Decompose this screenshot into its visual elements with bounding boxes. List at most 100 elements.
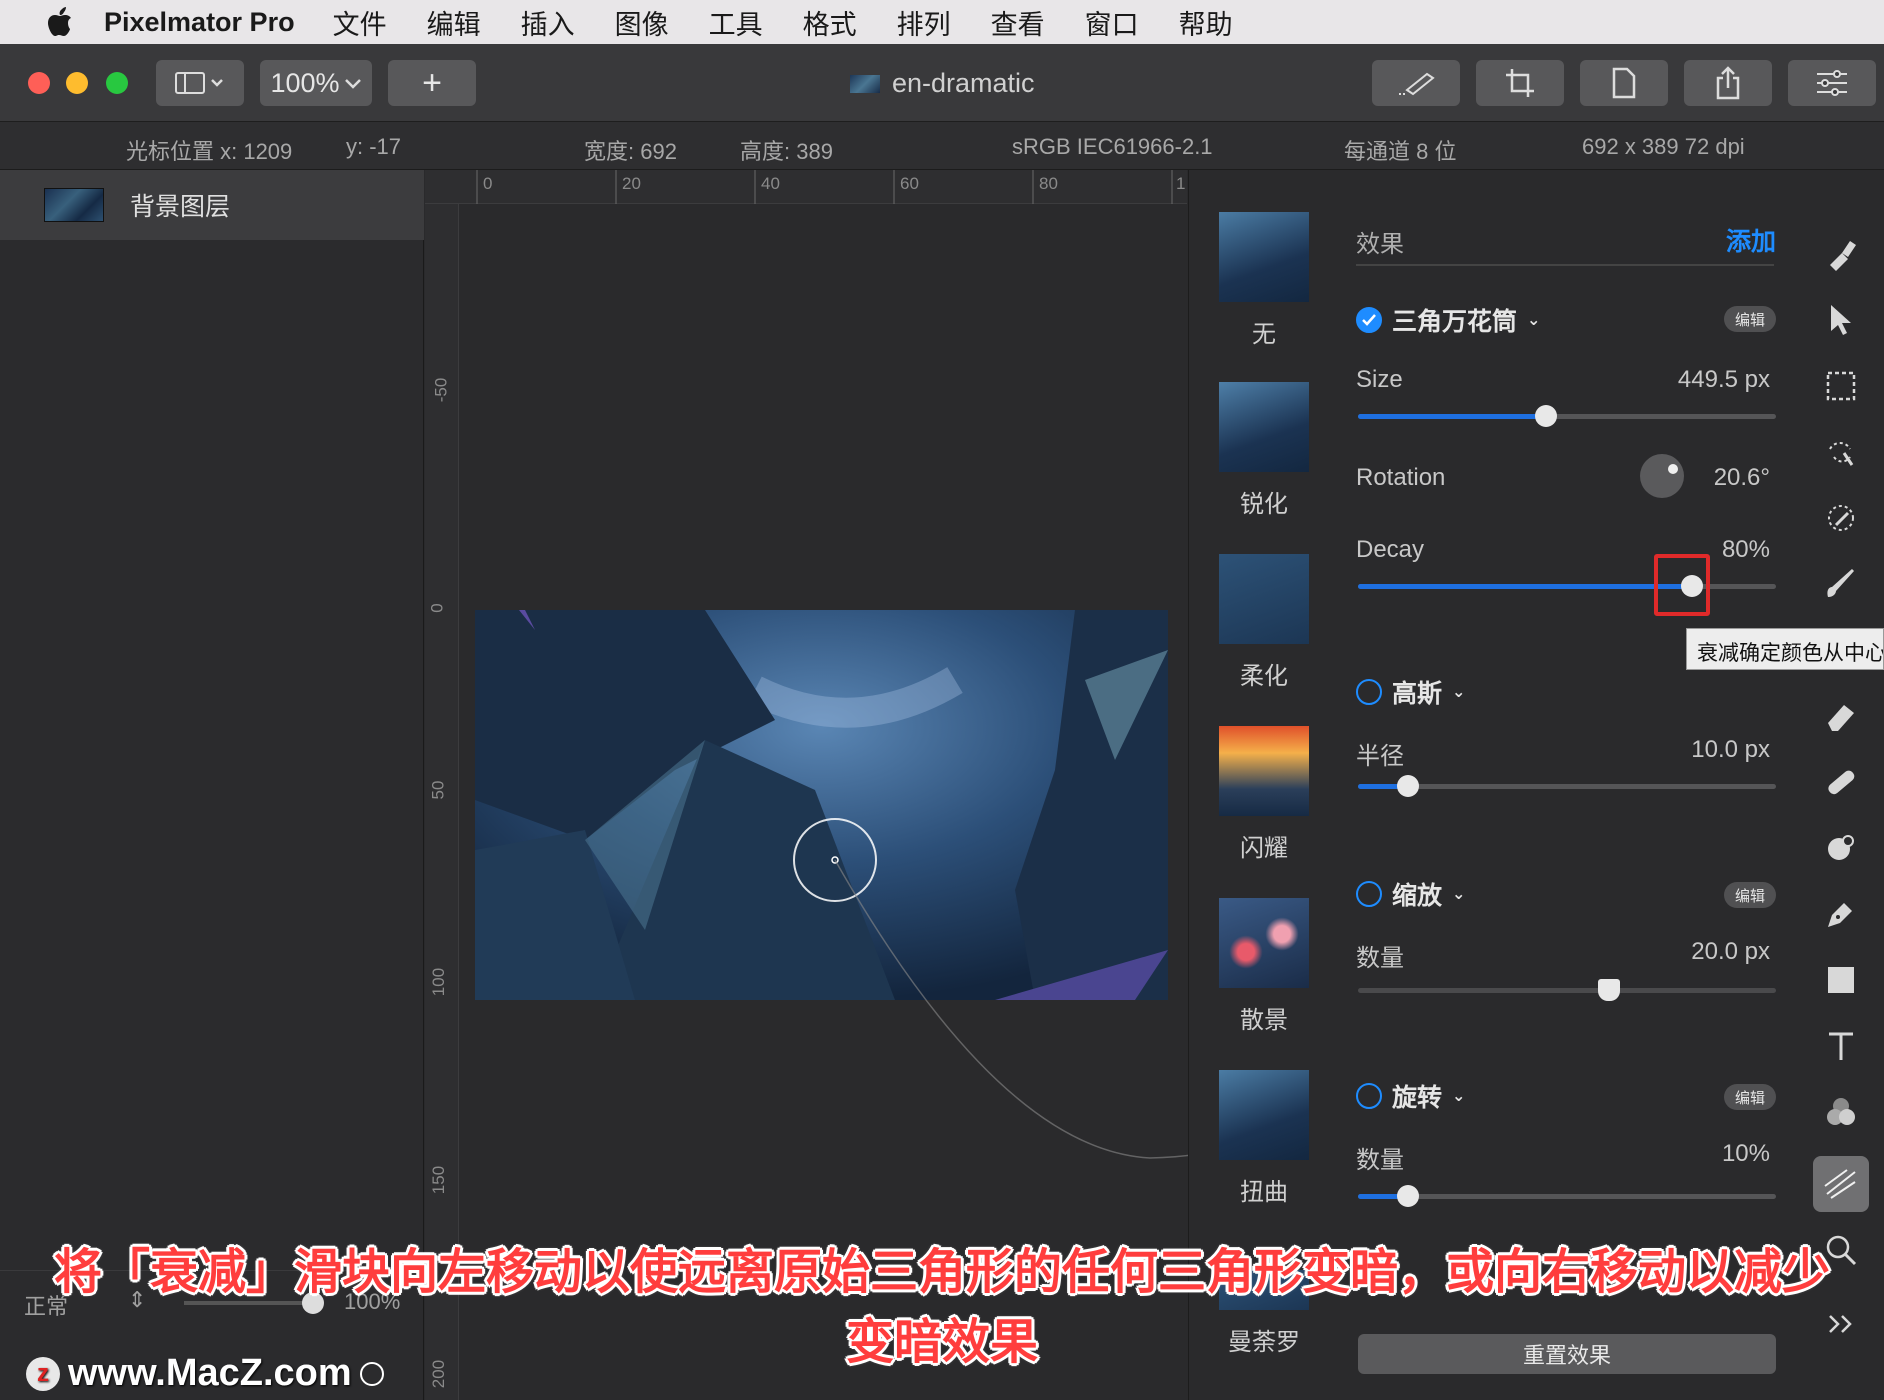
bandage-icon	[1828, 770, 1855, 795]
chevron-down-icon: ⌄	[1452, 684, 1466, 701]
param-label: Size	[1356, 366, 1403, 393]
effect-preset-glow[interactable]: 闪耀	[1189, 726, 1339, 863]
effect-enabled-checkbox[interactable]	[1356, 307, 1382, 333]
quick-selection-tool[interactable]	[1819, 430, 1863, 474]
effect-thumbnail	[1219, 382, 1309, 472]
color-picker-tool[interactable]	[1819, 496, 1863, 540]
rotate-amount-slider[interactable]	[1358, 1185, 1776, 1207]
effect-enabled-checkbox[interactable]	[1356, 1083, 1382, 1109]
shape-tool[interactable]	[1819, 958, 1863, 1002]
paint-tool[interactable]	[1819, 562, 1863, 606]
color-adjust-tool[interactable]	[1819, 1090, 1863, 1134]
effect-enabled-checkbox[interactable]	[1356, 679, 1382, 705]
edit-effect-button[interactable]: 编辑	[1724, 306, 1776, 332]
param-label: 数量	[1356, 1147, 1404, 1174]
effect-label: 柔化	[1240, 663, 1288, 690]
param-label: Rotation	[1356, 464, 1446, 491]
effect-enabled-checkbox[interactable]	[1356, 881, 1382, 907]
effect-label: 无	[1252, 321, 1276, 348]
pen-nib-icon	[1828, 903, 1852, 927]
param-value[interactable]: 10.0 px	[1691, 736, 1770, 764]
effects-icon	[1824, 1169, 1856, 1199]
effect-label: 散景	[1240, 1007, 1288, 1034]
erase-tool[interactable]	[1819, 694, 1863, 738]
text-icon	[1829, 1032, 1853, 1060]
param-value[interactable]: 20.0 px	[1691, 938, 1770, 966]
edit-button-label: 编辑	[1734, 1089, 1765, 1107]
slider-knob[interactable]	[1397, 775, 1420, 797]
chevron-down-icon: ⌄	[1527, 312, 1541, 329]
effect-preset-distort[interactable]: 扭曲	[1189, 1070, 1339, 1207]
watermark-logo-icon: z	[26, 1356, 60, 1391]
param-label: 半径	[1356, 743, 1404, 770]
effect-thumbnail	[1219, 726, 1309, 816]
effect-thumbnail	[1219, 1070, 1309, 1160]
slider-fill	[1358, 988, 1609, 993]
size-slider[interactable]	[1358, 405, 1776, 427]
effects-tool[interactable]	[1813, 1156, 1869, 1212]
effect-group-name: 高斯	[1392, 680, 1443, 708]
effect-group-gaussian[interactable]: 高斯 ⌄	[1356, 674, 1465, 710]
tooltip: 衰减确定颜色从中心	[1686, 628, 1884, 670]
edit-effect-button[interactable]: 编辑	[1724, 1084, 1776, 1110]
effect-label: 锐化	[1240, 491, 1288, 518]
retouch-tool[interactable]	[1819, 760, 1863, 804]
effect-label: 闪耀	[1240, 835, 1288, 862]
selection-tool[interactable]	[1819, 364, 1863, 408]
slider-knob[interactable]	[1597, 979, 1620, 1001]
effects-title: 效果	[1356, 231, 1404, 258]
decay-slider[interactable]	[1358, 575, 1776, 597]
slider-fill	[1358, 414, 1547, 419]
chevron-down-icon: ⌄	[1452, 886, 1466, 903]
slider-knob[interactable]	[1535, 405, 1558, 427]
divider	[1356, 264, 1774, 266]
effect-group-rotate[interactable]: 旋转 ⌄	[1356, 1078, 1465, 1114]
color-circles-icon	[1827, 1098, 1855, 1125]
effect-thumbnail	[1219, 898, 1309, 988]
distort-tool[interactable]	[1819, 826, 1863, 870]
square-shape-icon	[1828, 967, 1854, 993]
slider-fill	[1358, 584, 1693, 589]
chevron-down-icon: ⌄	[1452, 1088, 1466, 1105]
caption-line: 将「衰减」滑块向左移动以使远离原始三角形的任何三角形变暗，或向右移动以减少	[53, 1246, 1830, 1299]
arrange-tool[interactable]	[1819, 298, 1863, 342]
zoom-amount-slider[interactable]	[1358, 979, 1776, 1001]
slider-knob[interactable]	[1397, 1185, 1420, 1207]
pen-tool[interactable]	[1819, 892, 1863, 936]
decay-slider-highlight	[1654, 554, 1710, 616]
brush-icon	[1830, 241, 1856, 271]
cursor-arrow-icon	[1831, 305, 1851, 335]
edit-effect-button[interactable]: 编辑	[1724, 882, 1776, 908]
watermark: z www.MacZ.com	[26, 1352, 384, 1395]
rotation-dial-indicator	[1668, 464, 1678, 474]
tools-strip	[1798, 170, 1884, 1400]
param-label: Decay	[1356, 536, 1425, 563]
effect-preset-none[interactable]: 无	[1189, 212, 1339, 349]
param-value[interactable]: 10%	[1722, 1140, 1770, 1168]
radius-slider[interactable]	[1358, 775, 1776, 797]
type-tool[interactable]	[1819, 1024, 1863, 1068]
rotation-dial[interactable]	[1640, 454, 1684, 498]
param-value[interactable]: 20.6°	[1714, 464, 1770, 492]
style-tool[interactable]	[1819, 232, 1863, 276]
effect-group-triangle-kaleidoscope[interactable]: 三角万花筒 ⌄	[1356, 302, 1540, 338]
effect-thumbnail	[1219, 554, 1309, 644]
effect-preset-sharpen[interactable]: 锐化	[1189, 382, 1339, 519]
effects-browser: 无 锐化 柔化 闪耀 散景 扭曲 曼荼罗	[1188, 170, 1338, 1400]
add-effect-button[interactable]: 添加	[1726, 222, 1776, 258]
effect-group-name: 旋转	[1392, 1084, 1443, 1112]
param-value[interactable]: 449.5 px	[1678, 366, 1770, 394]
marquee-icon	[1826, 371, 1856, 401]
watermark-text: www.MacZ.com	[68, 1352, 352, 1394]
distort-icon	[1828, 835, 1854, 860]
effects-panel: 效果 添加 三角万花筒 ⌄ 编辑 Size 449.5 px Rotation …	[1338, 170, 1798, 1400]
effect-preset-bokeh[interactable]: 散景	[1189, 898, 1339, 1035]
effect-group-name: 三角万花筒	[1392, 308, 1518, 336]
param-value[interactable]: 80%	[1722, 536, 1770, 564]
effect-preset-soften[interactable]: 柔化	[1189, 554, 1339, 691]
effect-label: 扭曲	[1240, 1179, 1288, 1206]
param-label: 数量	[1356, 945, 1404, 972]
effect-group-zoom[interactable]: 缩放 ⌄	[1356, 876, 1465, 912]
effect-thumbnail	[1219, 212, 1309, 302]
effect-group-name: 缩放	[1392, 882, 1443, 910]
